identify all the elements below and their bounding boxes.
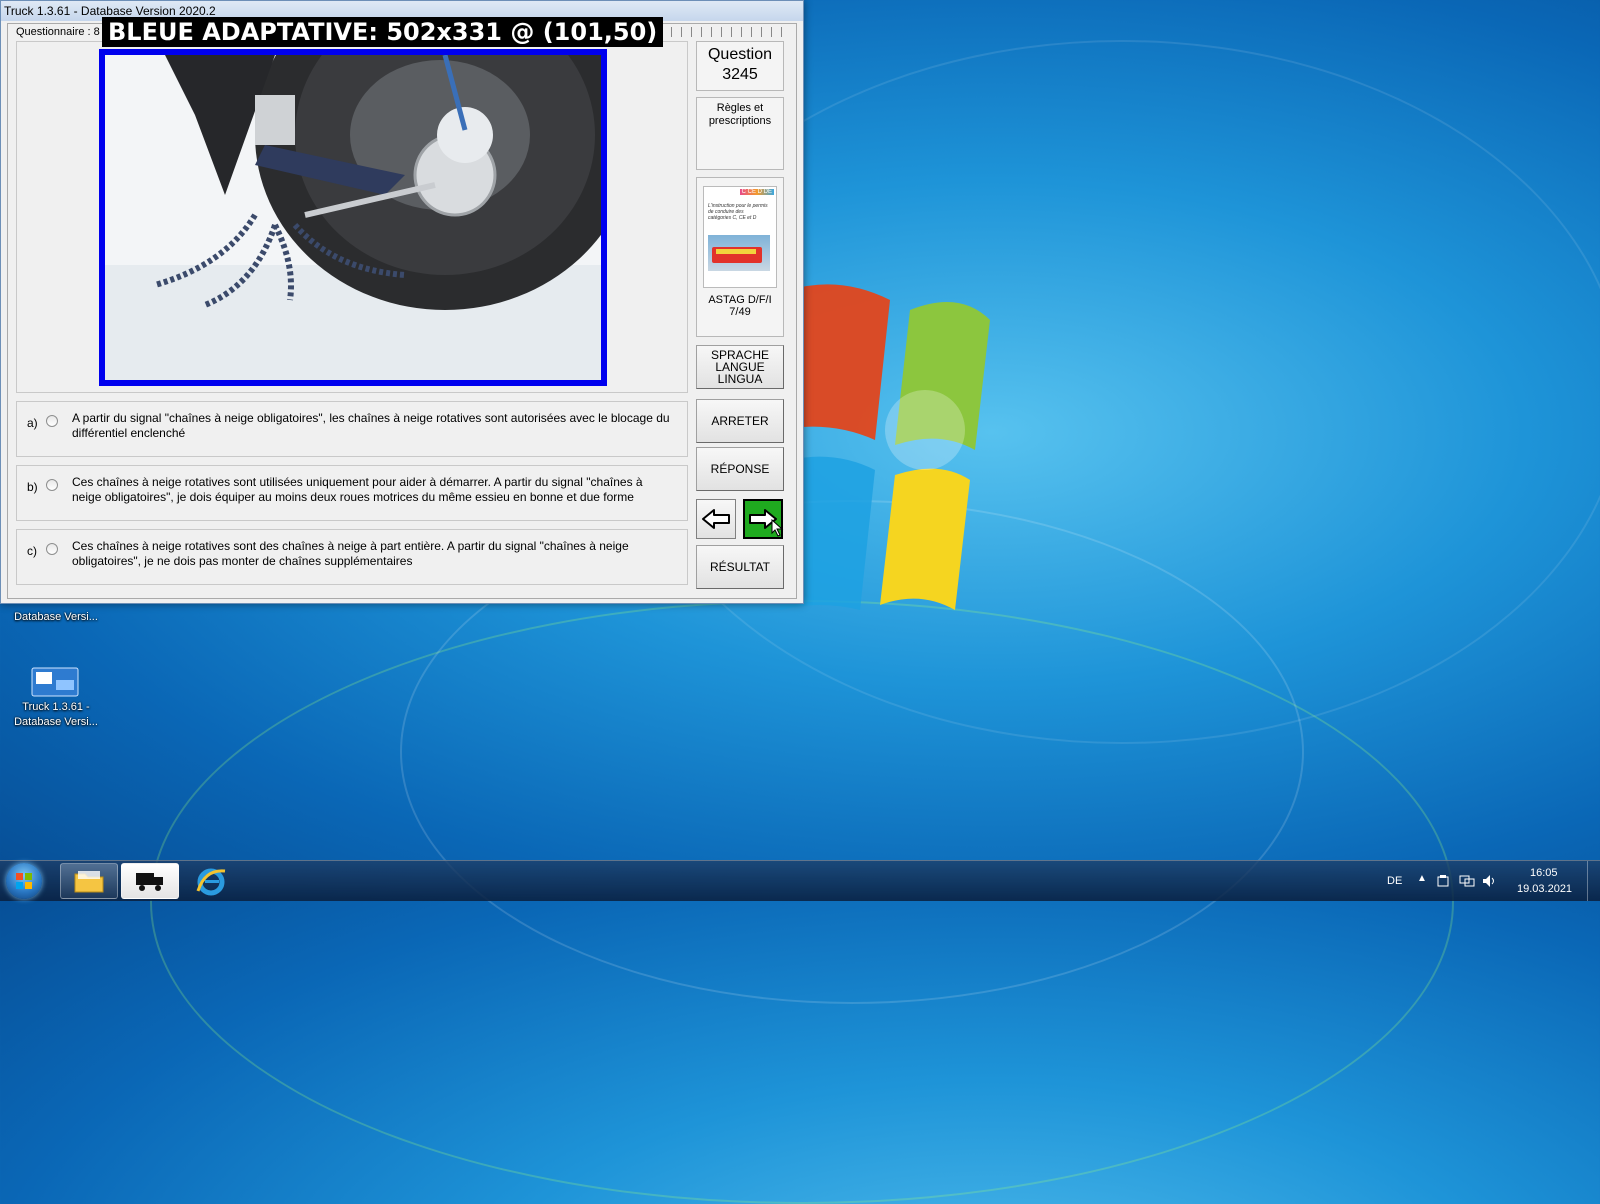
answer-b[interactable]: b) Ces chaînes à neige rotatives sont ut… — [16, 465, 688, 521]
folder-icon — [74, 871, 104, 893]
clock-date[interactable]: 19.03.2021 — [1517, 883, 1572, 895]
answer-c-text: Ces chaînes à neige rotatives sont des c… — [72, 539, 629, 568]
tray-device-icon[interactable] — [1436, 874, 1450, 888]
stop-button-label: ARRETER — [711, 414, 769, 428]
network-icon[interactable] — [1459, 874, 1475, 888]
question-number-box: Question 3245 — [696, 41, 784, 91]
language-button-label: SPRACHE LANGUE LINGUA — [710, 348, 769, 386]
taskbar-internet-explorer[interactable] — [182, 863, 240, 899]
volume-icon[interactable] — [1482, 874, 1498, 888]
answer-a[interactable]: a) A partir du signal "chaînes à neige o… — [16, 401, 688, 457]
result-button-label: RÉSULTAT — [709, 560, 770, 574]
internet-explorer-icon — [196, 868, 226, 896]
answer-button-label: RÉPONSE — [710, 462, 770, 476]
answer-a-radio[interactable] — [46, 415, 58, 427]
taskbar-explorer[interactable] — [60, 863, 118, 899]
tray-expand-icon[interactable]: ▲ — [1417, 873, 1427, 884]
mouse-cursor-icon — [771, 519, 784, 537]
detection-overlay-label: BLEUE ADAPTATIVE: 502x331 @ (101,50) — [102, 17, 664, 47]
stop-button[interactable]: ARRETER — [696, 399, 784, 443]
arrow-left-icon — [702, 509, 730, 529]
language-button[interactable]: SPRACHE LANGUE LINGUA — [696, 345, 784, 389]
answer-b-letter: b) — [27, 480, 38, 494]
result-button[interactable]: RÉSULTAT — [696, 545, 784, 589]
truck-icon — [136, 873, 163, 891]
taskbar: DE ▲ 16:05 19.03.2021 — [0, 860, 1600, 901]
answer-b-radio[interactable] — [46, 479, 58, 491]
clock-time[interactable]: 16:05 — [1530, 867, 1558, 879]
answer-a-letter: a) — [27, 416, 38, 430]
answer-button[interactable]: RÉPONSE — [696, 447, 784, 491]
questionnaire-label: Questionnaire : 8 — [13, 26, 103, 38]
windows-logo — [780, 284, 990, 610]
answer-c-letter: c) — [27, 544, 37, 558]
answer-c-radio[interactable] — [46, 543, 58, 555]
show-desktop-button[interactable] — [1587, 861, 1600, 901]
taskbar-truck-app[interactable] — [121, 863, 179, 899]
previous-button[interactable] — [696, 499, 736, 539]
book-page: 7/49 — [729, 306, 751, 318]
answer-c[interactable]: c) Ces chaînes à neige rotatives sont de… — [16, 529, 688, 585]
book-reference-box: C CE D DE L'instruction pour le permis d… — [696, 177, 784, 337]
answer-b-text: Ces chaînes à neige rotatives sont utili… — [72, 475, 643, 504]
question-label: Question — [707, 46, 773, 63]
book-cover-image: C CE D DE L'instruction pour le permis d… — [703, 186, 777, 288]
start-button[interactable] — [6, 863, 42, 899]
question-category-box: Règles et prescriptions — [696, 97, 784, 170]
book-cover-bus — [708, 235, 770, 271]
book-cover-text: L'instruction pour le permis de conduire… — [708, 203, 768, 221]
question-number: 3245 — [722, 66, 758, 83]
question-photo — [99, 49, 607, 386]
book-cover-badges: C CE D DE — [739, 189, 774, 195]
desktop-icon-database-label[interactable]: Database Versi... — [6, 610, 106, 625]
app-window: Truck 1.3.61 - Database Version 2020.2 Q… — [0, 0, 804, 604]
question-category: Règles et prescriptions — [708, 102, 772, 127]
truck-app-desktop-icon[interactable] — [30, 666, 80, 698]
desktop-icon-truck-label[interactable]: Truck 1.3.61 - Database Versi... — [6, 700, 106, 730]
windows-flag-icon — [16, 873, 32, 889]
answer-a-text: A partir du signal "chaînes à neige obli… — [72, 411, 670, 440]
book-name: ASTAG D/F/I — [708, 294, 772, 306]
keyboard-language[interactable]: DE — [1387, 875, 1402, 887]
